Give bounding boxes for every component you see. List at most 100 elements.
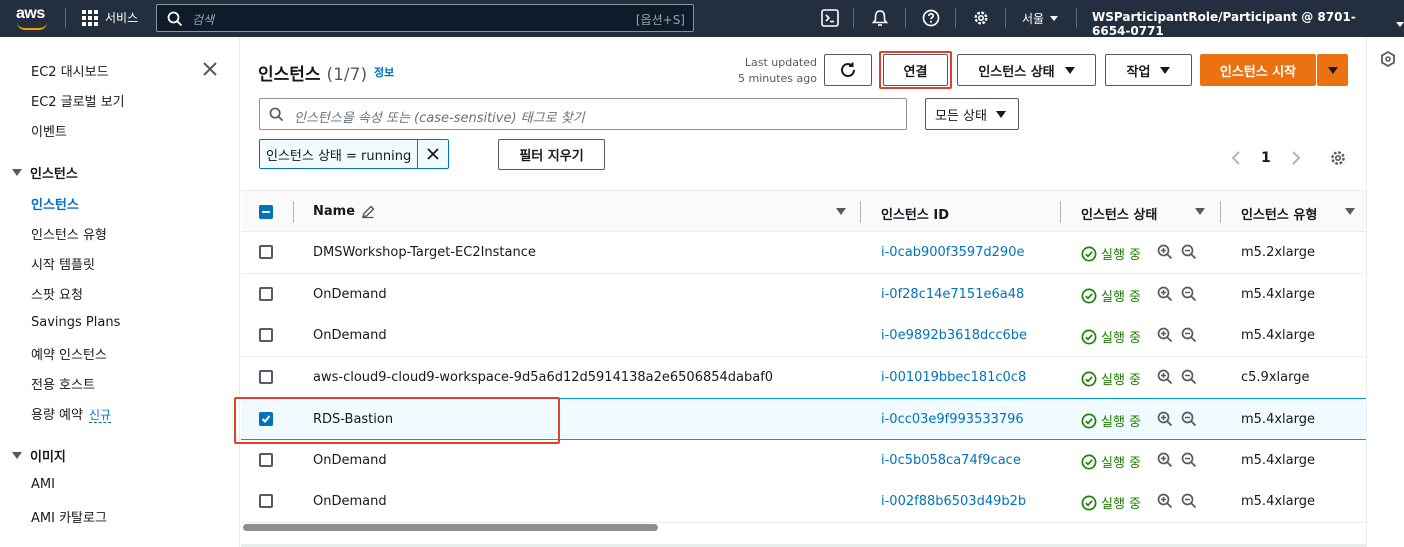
gear-icon[interactable] (1329, 149, 1347, 167)
zoom-in-icon[interactable] (1157, 369, 1173, 385)
column-header-instance-state[interactable]: 인스턴스 상태 (1081, 204, 1157, 223)
column-header-instance-id[interactable]: 인스턴스 ID (881, 204, 949, 223)
table-row[interactable]: OnDemand i-0f28c14e7151e6a48 실행 중 m5.4xlarg… (241, 274, 1366, 316)
instance-id-link[interactable]: i-0cab900f3597d290e (881, 245, 1024, 260)
table-row[interactable]: DMSWorkshop-Target-EC2Instance i-0cab900f… (241, 232, 1366, 274)
instance-state-dropdown[interactable]: 인스턴스 상태 (957, 54, 1096, 86)
aws-logo-smile (17, 22, 47, 30)
sidebar-item-instance-types[interactable]: 인스턴스 유형 (31, 224, 107, 243)
zoom-out-icon[interactable] (1181, 244, 1197, 260)
sort-icon[interactable] (1195, 208, 1205, 215)
zoom-in-icon[interactable] (1157, 493, 1173, 509)
sidebar-item-launch-templates[interactable]: 시작 템플릿 (31, 254, 95, 273)
chevron-left-icon[interactable] (1231, 150, 1241, 166)
launch-instances-dropdown[interactable] (1317, 54, 1348, 86)
new-badge[interactable]: 신규 (88, 408, 112, 423)
region-selector[interactable]: 서울 (1022, 10, 1059, 27)
instance-id-link[interactable]: i-0f28c14e7151e6a48 (881, 287, 1024, 302)
selection-count: (1/7) (326, 65, 368, 85)
sidebar-item-ami-catalog[interactable]: AMI 카탈로그 (31, 507, 107, 526)
sidebar-item-ec2-global-view[interactable]: EC2 글로벌 보기 (31, 91, 125, 110)
chevron-right-icon[interactable] (1291, 150, 1301, 166)
remove-filter-button[interactable] (418, 140, 448, 168)
instance-id-link[interactable]: i-0c5b058ca74f9cace (881, 453, 1021, 468)
terminal-icon[interactable] (821, 9, 839, 27)
hexagon-icon[interactable] (1380, 51, 1396, 67)
page-number[interactable]: 1 (1261, 150, 1271, 166)
account-menu[interactable]: WSParticipantRole/Participant @ 8701-665… (1092, 10, 1404, 38)
zoom-out-icon[interactable] (1181, 411, 1197, 427)
instance-id-link[interactable]: i-0cc03e9f993533796 (881, 412, 1024, 427)
instance-search-input[interactable]: 인스턴스을 속성 또는 (case-sensitive) 태그로 찾기 (259, 98, 907, 130)
sidebar-item-ami[interactable]: AMI (31, 477, 55, 492)
row-checkbox[interactable] (259, 412, 273, 426)
row-checkbox[interactable] (259, 328, 273, 342)
column-header-instance-type[interactable]: 인스턴스 유형 (1241, 204, 1317, 223)
sidebar-item-spot-requests[interactable]: 스팟 요청 (31, 284, 83, 303)
sort-icon[interactable] (1345, 208, 1355, 215)
zoom-out-icon[interactable] (1181, 286, 1197, 302)
help-icon[interactable] (922, 9, 940, 27)
table-row[interactable]: aws-cloud9-cloud9-workspace-9d5a6d12d591… (241, 357, 1366, 399)
table-row[interactable]: OnDemand i-0c5b058ca74f9cace 실행 중 m5.4xlarg… (241, 440, 1366, 482)
grid-icon (82, 9, 98, 26)
sidebar-item-reserved-instances[interactable]: 예약 인스턴스 (31, 344, 107, 363)
info-link[interactable]: 정보 (374, 64, 394, 80)
bell-icon[interactable] (871, 9, 889, 27)
zoom-out-icon[interactable] (1181, 452, 1197, 468)
instances-panel: 인스턴스 (1/7) 정보 Last updated 5 minutes ago… (234, 37, 1366, 547)
instance-id-link[interactable]: i-002f88b6503d49b2b (881, 494, 1026, 509)
sidebar-item-savings-plans[interactable]: Savings Plans (31, 315, 120, 330)
column-header-name[interactable]: Name (313, 204, 375, 219)
scrollbar-thumb[interactable] (243, 524, 658, 531)
row-checkbox[interactable] (259, 494, 273, 508)
instance-status-label: 실행 중 (1101, 373, 1142, 388)
zoom-in-icon[interactable] (1157, 286, 1173, 302)
table-row[interactable]: OnDemand i-002f88b6503d49b2b 실행 중 m5.4xlarg… (241, 481, 1366, 523)
column-divider (860, 201, 861, 223)
page-title: 인스턴스 (1/7) (258, 60, 367, 85)
table-row[interactable]: RDS-Bastion i-0cc03e9f993533796 실행 중 m5.4xl… (241, 398, 1366, 440)
refresh-button[interactable] (824, 54, 872, 86)
state-filter-select[interactable]: 모든 상태 (925, 98, 1019, 130)
zoom-in-icon[interactable] (1157, 411, 1173, 427)
nav-divider (1005, 8, 1006, 28)
connect-button[interactable]: 연결 (883, 54, 948, 86)
row-checkbox[interactable] (259, 245, 273, 259)
sidebar-item-instances[interactable]: 인스턴스 (31, 194, 79, 213)
zoom-out-icon[interactable] (1181, 327, 1197, 343)
row-checkbox[interactable] (259, 287, 273, 301)
instance-id-link[interactable]: i-0e9892b3618dcc6be (881, 328, 1027, 343)
sidebar-item-ec2-dashboard[interactable]: EC2 대시보드 (31, 61, 109, 80)
zoom-out-icon[interactable] (1181, 493, 1197, 509)
nav-divider (65, 8, 66, 28)
instance-type: m5.4xlarge (1241, 412, 1315, 427)
services-menu-button[interactable]: 서비스 (82, 9, 138, 26)
zoom-in-icon[interactable] (1157, 327, 1173, 343)
sort-icon[interactable] (836, 208, 846, 215)
column-header-label: 인스턴스 ID (881, 208, 949, 223)
zoom-out-icon[interactable] (1181, 369, 1197, 385)
sidebar-item-capacity-reservations[interactable]: 용량 예약 신규 (31, 404, 112, 423)
sidebar-item-dedicated-hosts[interactable]: 전용 호스트 (31, 374, 95, 393)
horizontal-scrollbar[interactable] (241, 523, 1366, 533)
gear-icon[interactable] (972, 9, 990, 27)
close-icon[interactable] (201, 60, 219, 78)
check-circle-icon (1081, 454, 1097, 469)
aws-logo[interactable]: aws (14, 5, 50, 31)
sidebar-section-instances[interactable]: 인스턴스 (12, 163, 78, 182)
row-checkbox[interactable] (259, 453, 273, 467)
global-search-input[interactable]: 검색 [옵션+S] (156, 4, 694, 32)
select-all-checkbox[interactable] (259, 205, 273, 219)
instance-id-link[interactable]: i-001019bbec181c0c8 (881, 370, 1026, 385)
zoom-in-icon[interactable] (1157, 452, 1173, 468)
sidebar-section-images[interactable]: 이미지 (12, 446, 66, 465)
launch-instances-button[interactable]: 인스턴스 시작 (1200, 54, 1316, 86)
table-row[interactable]: OnDemand i-0e9892b3618dcc6be 실행 중 m5.4xlarg… (241, 315, 1366, 357)
actions-dropdown[interactable]: 작업 (1105, 54, 1192, 86)
zoom-in-icon[interactable] (1157, 244, 1173, 260)
row-checkbox[interactable] (259, 370, 273, 384)
caret-down-icon (12, 169, 22, 176)
clear-filters-button[interactable]: 필터 지우기 (498, 139, 605, 170)
sidebar-item-events[interactable]: 이벤트 (31, 121, 67, 140)
